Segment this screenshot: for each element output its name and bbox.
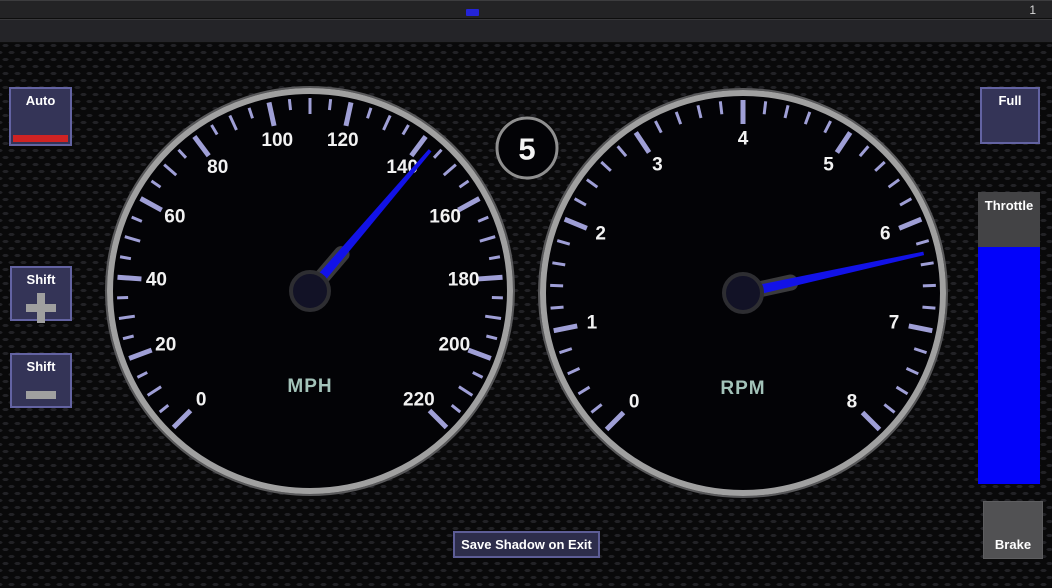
speedometer-scale-number: 120 <box>327 130 359 151</box>
speedometer-scale-number: 220 <box>403 389 435 410</box>
auto-button-label: Auto <box>11 93 70 108</box>
speedometer-scale-number: 20 <box>155 334 176 355</box>
throttle-fill <box>978 247 1040 484</box>
title-bar <box>0 19 1052 43</box>
brake-button[interactable]: Brake <box>983 501 1043 559</box>
speedometer-unit-label: MPH <box>287 376 332 397</box>
notification-indicator-icon <box>466 9 479 16</box>
minus-icon <box>26 391 56 399</box>
tachometer-needle <box>741 246 925 301</box>
tachometer-scale-number: 3 <box>652 154 663 175</box>
brake-button-label: Brake <box>984 537 1042 552</box>
dashboard-app: 1 0 20 40 60 80 100 120 140 160 180 200 220 MPH 0 1 2 3 4… <box>0 0 1052 588</box>
plus-icon <box>26 293 56 323</box>
tachometer-gauge: 0 1 2 3 4 5 6 7 8 RPM <box>539 89 947 497</box>
speedometer-scale-number: 80 <box>207 157 228 178</box>
shift-down-label: Shift <box>12 359 70 374</box>
speedometer-scale-number: 40 <box>146 270 167 291</box>
speedometer-scale-number: 200 <box>438 334 470 355</box>
tachometer-scale-number: 0 <box>629 391 640 412</box>
speedometer-gauge: 0 20 40 60 80 100 120 140 160 180 200 220 MPH <box>106 87 514 495</box>
tachometer-scale-number: 1 <box>587 313 598 334</box>
throttle-bar[interactable]: Throttle <box>978 192 1040 484</box>
auto-button[interactable]: Auto <box>9 87 72 146</box>
tachometer-scale-number: 2 <box>595 224 606 245</box>
tachometer-hub <box>724 274 762 312</box>
speedometer-scale-number: 140 <box>386 157 418 178</box>
auto-active-indicator <box>13 135 68 142</box>
tachometer-scale-number: 4 <box>738 129 749 150</box>
speedometer-hub <box>291 272 329 310</box>
tachometer-scale-number: 8 <box>847 391 858 412</box>
shift-up-button[interactable]: Shift <box>10 266 72 321</box>
tachometer-scale-number: 7 <box>889 313 900 334</box>
save-shadow-button[interactable]: Save Shadow on Exit <box>453 531 600 558</box>
speedometer-scale-number: 100 <box>261 130 293 151</box>
full-button[interactable]: Full <box>980 87 1040 144</box>
speedometer-scale-number: 160 <box>429 207 461 228</box>
speedometer-needle <box>304 145 436 296</box>
tachometer-scale-number: 6 <box>880 224 891 245</box>
tachometer-unit-label: RPM <box>720 378 765 399</box>
shift-down-button[interactable]: Shift <box>10 353 72 408</box>
tachometer-scale-number: 5 <box>823 154 834 175</box>
gauge-canvas: 0 20 40 60 80 100 120 140 160 180 200 220 MPH 0 1 2 3 4 5 6… <box>0 0 1052 588</box>
speedometer-scale-number: 0 <box>196 389 207 410</box>
status-bar: 1 <box>0 0 1052 19</box>
status-counter: 1 <box>1029 2 1036 18</box>
gear-indicator: 5 <box>497 118 557 178</box>
shift-up-label: Shift <box>12 272 70 287</box>
full-button-label: Full <box>982 93 1038 108</box>
throttle-label: Throttle <box>978 198 1040 213</box>
gear-value: 5 <box>518 132 535 167</box>
speedometer-scale-number: 60 <box>164 207 185 228</box>
speedometer-scale-number: 180 <box>448 270 480 291</box>
